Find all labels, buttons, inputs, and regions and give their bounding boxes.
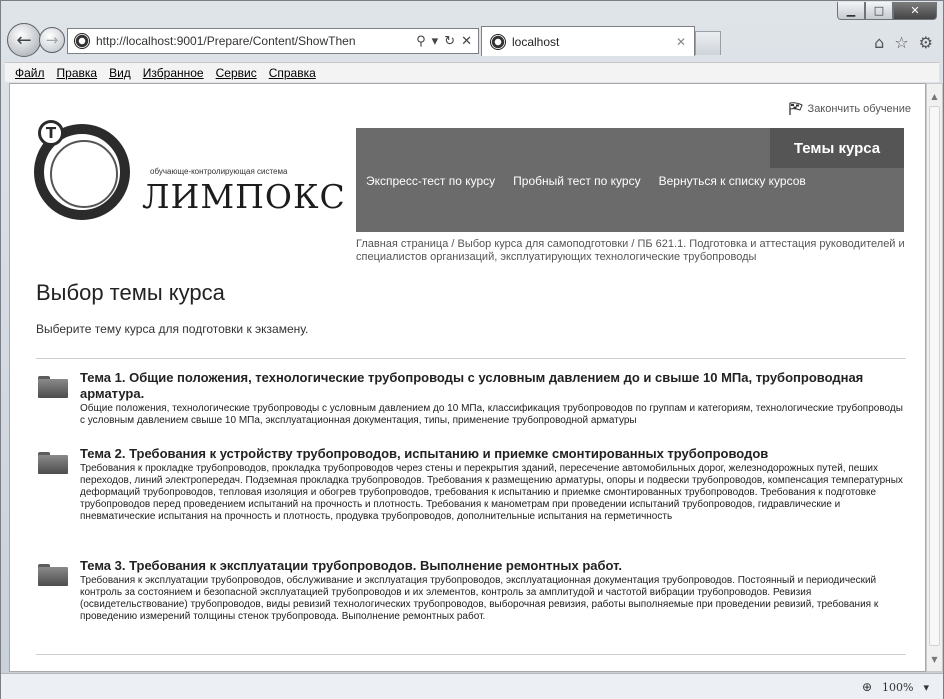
express-test-link[interactable]: Экспресс-тест по курсу [366, 174, 495, 188]
tab-title: localhost [512, 34, 560, 49]
topic-item-1[interactable]: Тема 1. Общие положения, технологические… [36, 370, 906, 427]
menu-help[interactable]: Справка [269, 66, 316, 80]
vertical-scrollbar[interactable]: ▲ ▼ [926, 83, 943, 672]
favorites-star-icon[interactable]: ☆ [894, 33, 908, 52]
page-title: Выбор темы курса [36, 280, 225, 305]
gear-icon[interactable]: ⚙ [919, 33, 933, 52]
close-button[interactable]: ✕ [893, 2, 937, 20]
zoom-dropdown-icon[interactable]: ▾ [923, 681, 929, 694]
back-to-courses-link[interactable]: Вернуться к списку курсов [659, 174, 806, 188]
page-viewport: Закончить обучение Т обучающе-контролиру… [9, 83, 926, 672]
new-tab-button[interactable] [695, 31, 721, 55]
topic-title[interactable]: Тема 3. Требования к эксплуатации трубоп… [80, 558, 906, 574]
site-icon [74, 33, 90, 49]
dropdown-icon[interactable]: ▾ [432, 34, 439, 49]
trial-test-link[interactable]: Пробный тест по курсу [513, 174, 640, 188]
address-bar[interactable]: http://localhost:9001/Prepare/Content/Sh… [67, 28, 479, 54]
topic-title[interactable]: Тема 1. Общие положения, технологические… [80, 370, 906, 402]
browser-tab[interactable]: localhost ✕ [481, 26, 695, 56]
tab-course-topics[interactable]: Темы курса [770, 128, 904, 168]
breadcrumb[interactable]: Главная страница / Выбор курса для самоп… [356, 238, 906, 264]
intro-text: Выберите тему курса для подготовки к экз… [36, 322, 309, 336]
search-icon[interactable]: ⚲ [416, 34, 426, 49]
logo-tagline: обучающе-контролирующая система [150, 167, 288, 176]
topic-description: Общие положения, технологические трубопр… [80, 403, 903, 426]
topic-description: Требования к прокладке трубопроводов, пр… [80, 463, 903, 522]
checkered-flag-icon [788, 102, 803, 115]
menu-file[interactable]: Файл [15, 66, 45, 80]
refresh-icon[interactable]: ↻ [444, 34, 455, 49]
navigation-bar: ← → http://localhost:9001/Prepare/Conten… [5, 23, 939, 59]
divider [36, 358, 906, 359]
topic-title[interactable]: Тема 2. Требования к устройству трубопро… [80, 446, 906, 462]
menu-tools[interactable]: Сервис [216, 66, 257, 80]
tab-site-icon [490, 33, 506, 50]
tab-close-icon[interactable]: ✕ [676, 35, 686, 49]
window-controls: ▁ □ ✕ [837, 2, 937, 20]
forward-button[interactable]: → [39, 27, 65, 53]
folder-icon [38, 452, 68, 474]
finish-training-link[interactable]: Закончить обучение [788, 102, 911, 116]
menu-edit[interactable]: Правка [57, 66, 98, 80]
scroll-thumb[interactable] [929, 106, 940, 646]
maximize-button[interactable]: □ [865, 2, 893, 20]
course-nav: Темы курса Экспресс-тест по курсу Пробны… [356, 128, 904, 232]
topic-description: Требования к эксплуатации трубопроводов,… [80, 575, 879, 622]
home-icon[interactable]: ⌂ [874, 33, 884, 52]
browser-window: ▁ □ ✕ ← → http://localhost:9001/Prepare/… [0, 0, 944, 699]
scroll-up-icon[interactable]: ▲ [927, 88, 942, 104]
scroll-down-icon[interactable]: ▼ [927, 651, 942, 667]
topic-item-2[interactable]: Тема 2. Требования к устройству трубопро… [36, 446, 906, 523]
menu-view[interactable]: Вид [109, 66, 131, 80]
topic-item-3[interactable]: Тема 3. Требования к эксплуатации трубоп… [36, 558, 906, 623]
status-bar: ⊕ 100% ▾ [1, 673, 943, 699]
menu-favorites[interactable]: Избранное [143, 66, 204, 80]
back-button[interactable]: ← [7, 23, 41, 57]
logo-badge: Т [38, 120, 64, 146]
limpoks-logo: Т обучающе-контролирующая система ЛИМПОК… [34, 118, 346, 228]
minimize-button[interactable]: ▁ [837, 2, 865, 20]
stop-icon[interactable]: ✕ [461, 34, 472, 49]
zoom-icon: ⊕ [861, 680, 873, 694]
zoom-level: 100% [882, 680, 914, 694]
folder-icon [38, 376, 68, 398]
address-url[interactable]: http://localhost:9001/Prepare/Content/Sh… [96, 34, 416, 48]
divider [36, 654, 906, 655]
menu-bar: Файл Правка Вид Избранное Сервис Справка [5, 62, 939, 82]
folder-icon [38, 564, 68, 586]
zoom-control[interactable]: ⊕ 100% ▾ [862, 680, 929, 694]
logo-name: ЛИМПОКС [142, 177, 346, 216]
